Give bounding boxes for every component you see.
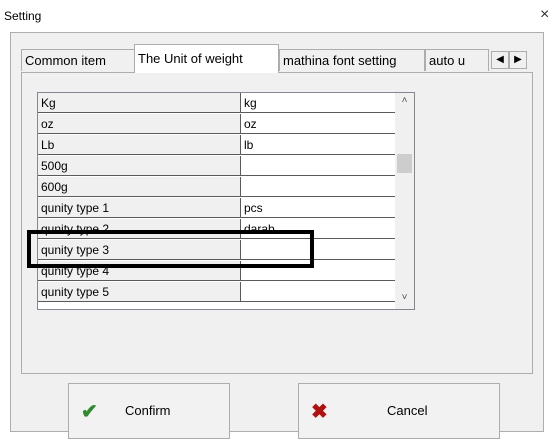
row-value-cell[interactable]: oz <box>241 114 395 134</box>
row-value-cell[interactable]: darab <box>241 219 395 239</box>
row-name-cell[interactable]: 500g <box>38 156 241 176</box>
grid-row: 500g <box>38 156 395 177</box>
tab-unit-of-weight[interactable]: The Unit of weight <box>134 44 279 73</box>
grid-row: oz oz <box>38 114 395 135</box>
grid-row: 600g <box>38 177 395 198</box>
title-bar: Setting × <box>0 0 553 32</box>
row-value-cell[interactable] <box>241 282 395 302</box>
grid-row: qunity type 3 <box>38 240 395 261</box>
cancel-button-label: Cancel <box>387 403 428 418</box>
scrollbar-thumb[interactable] <box>397 154 412 173</box>
cross-icon: ✖ <box>311 401 328 423</box>
row-value-cell[interactable] <box>241 240 395 260</box>
row-value-cell[interactable] <box>241 261 395 281</box>
unit-grid: Kg kg oz oz Lb lb 500g 600g qunity type … <box>37 92 415 310</box>
scroll-up-icon[interactable]: ˄ <box>399 95 410 106</box>
tab-scroll-left-icon[interactable]: ◀ <box>491 51 509 69</box>
grid-row: qunity type 1 pcs <box>38 198 395 219</box>
cancel-button[interactable]: ✖ Cancel <box>298 383 500 439</box>
row-name-cell[interactable]: 600g <box>38 177 241 197</box>
grid-row: qunity type 5 <box>38 282 395 303</box>
row-name-cell[interactable]: qunity type 2 <box>38 219 241 239</box>
row-value-cell[interactable] <box>241 156 395 176</box>
grid-row: qunity type 4 <box>38 261 395 282</box>
tab-common-item[interactable]: Common item <box>21 49 135 71</box>
row-name-cell[interactable]: Lb <box>38 135 241 155</box>
check-icon: ✔ <box>81 401 98 423</box>
grid-vertical-scrollbar[interactable]: ˄ ˅ <box>395 93 414 309</box>
row-name-cell[interactable]: qunity type 4 <box>38 261 241 281</box>
row-value-cell[interactable]: lb <box>241 135 395 155</box>
row-name-cell[interactable]: qunity type 5 <box>38 282 241 302</box>
row-name-cell[interactable]: Kg <box>38 93 241 113</box>
tab-auto[interactable]: auto u <box>425 49 489 71</box>
row-name-cell[interactable]: oz <box>38 114 241 134</box>
scroll-down-icon[interactable]: ˅ <box>399 292 410 303</box>
tab-strip: Common item The Unit of weight mathina f… <box>21 44 533 73</box>
row-name-cell[interactable]: qunity type 3 <box>38 240 241 260</box>
window-title: Setting <box>4 9 42 23</box>
grid-row: Kg kg <box>38 93 395 114</box>
tab-mathina-font-setting[interactable]: mathina font setting <box>279 49 425 71</box>
confirm-button[interactable]: ✔ Confirm <box>68 383 230 439</box>
grid-row: Lb lb <box>38 135 395 156</box>
confirm-button-label: Confirm <box>125 403 171 418</box>
row-value-cell[interactable]: kg <box>241 93 395 113</box>
row-name-cell[interactable]: qunity type 1 <box>38 198 241 218</box>
tab-scroll-right-icon[interactable]: ▶ <box>509 51 527 69</box>
row-value-cell[interactable] <box>241 177 395 197</box>
grid-row: qunity type 2 darab <box>38 219 395 240</box>
row-value-cell[interactable]: pcs <box>241 198 395 218</box>
close-icon[interactable]: × <box>540 6 549 24</box>
